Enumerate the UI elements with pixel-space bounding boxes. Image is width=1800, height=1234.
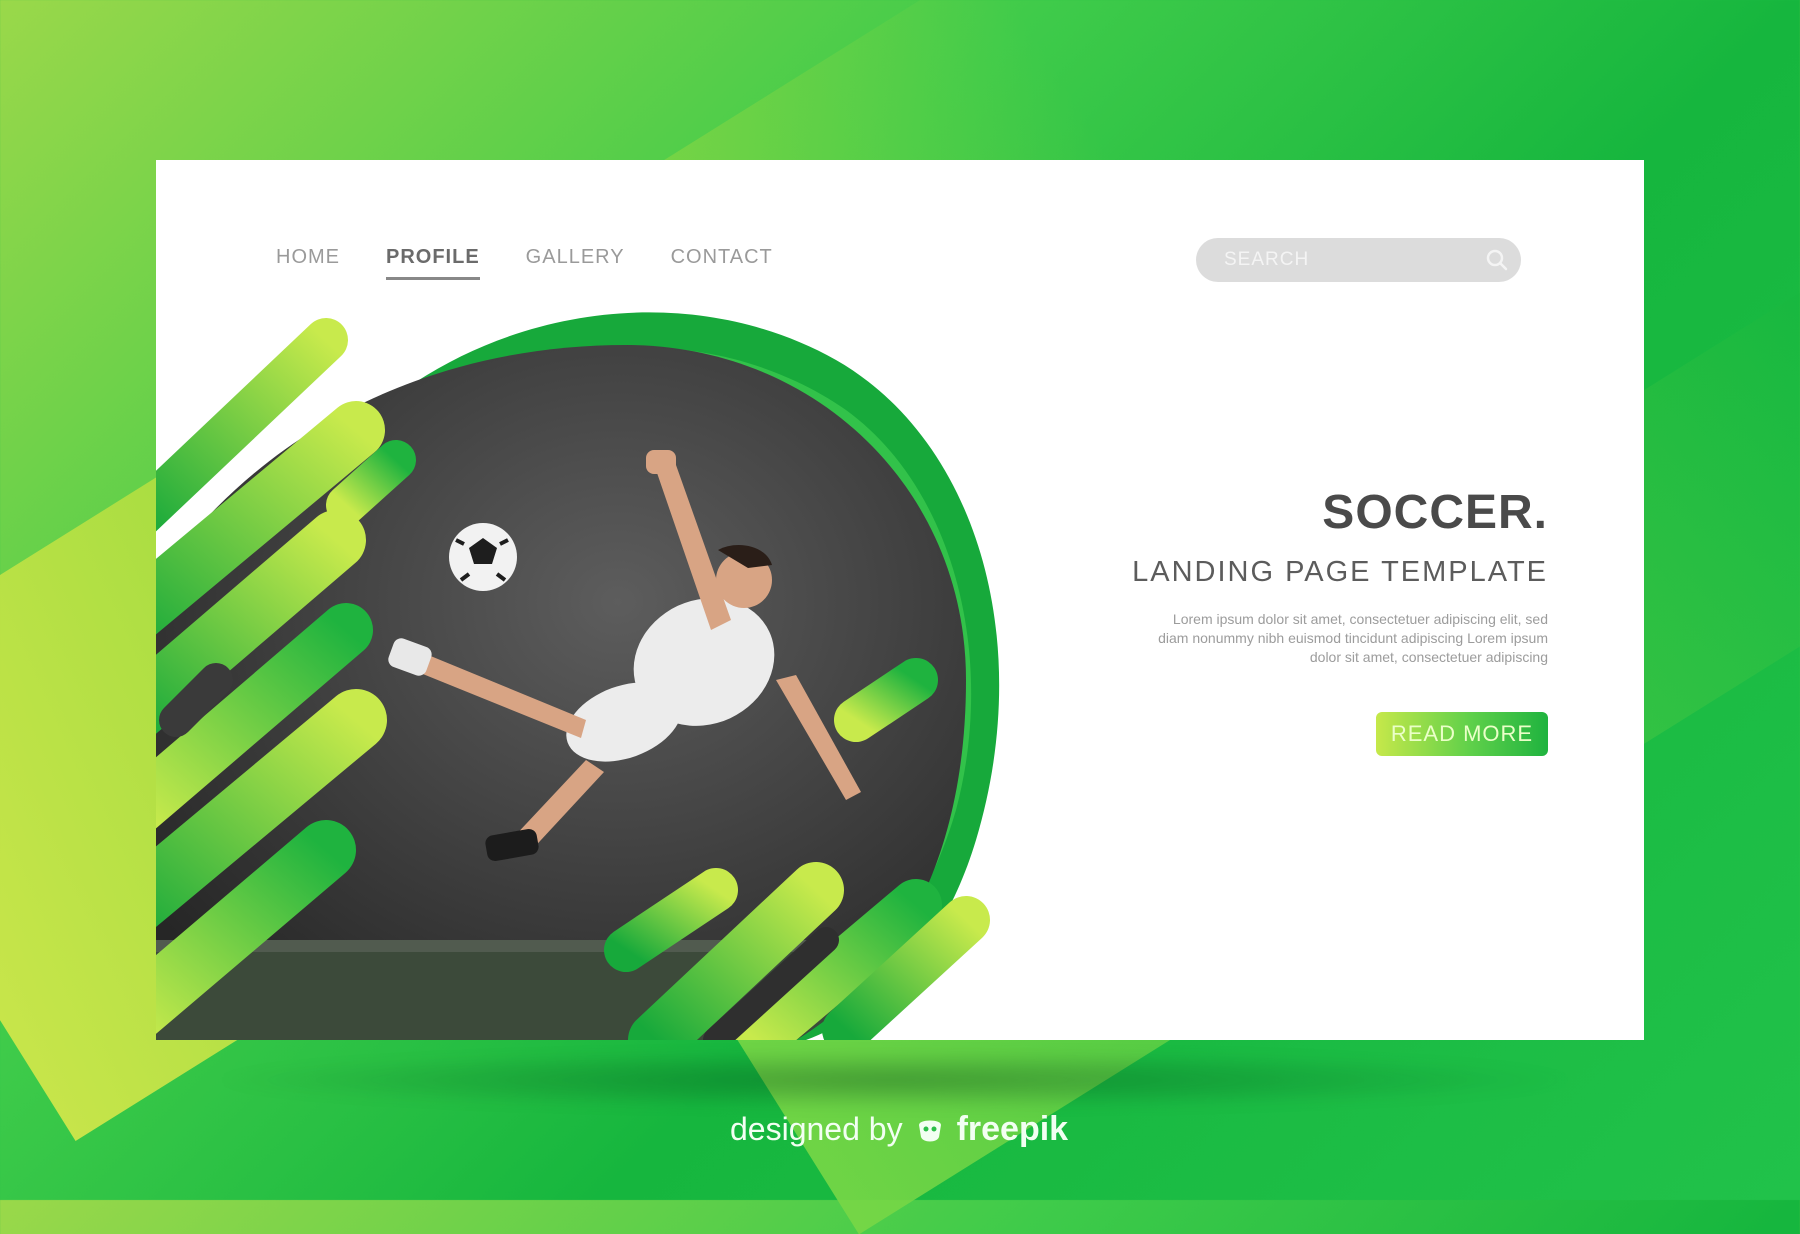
- nav-profile[interactable]: PROFILE: [386, 246, 480, 280]
- nav-home[interactable]: HOME: [276, 246, 340, 280]
- search-input[interactable]: [1222, 248, 1476, 272]
- freepik-credit: designed by freepik: [730, 1110, 1068, 1149]
- search-bar: [1196, 238, 1521, 282]
- hero-title: SOCCER.: [1322, 486, 1548, 539]
- search-icon[interactable]: [1484, 247, 1510, 273]
- read-more-button[interactable]: READ MORE: [1376, 712, 1548, 756]
- nav-gallery[interactable]: GALLERY: [526, 246, 625, 280]
- landing-page-card: HOME PROFILE GALLERY CONTACT SOCCER. LAN…: [156, 160, 1644, 1040]
- hero-artwork: [156, 312, 1000, 1040]
- card-shadow: [205, 1050, 1585, 1110]
- hero-subtitle: LANDING PAGE TEMPLATE: [1132, 556, 1548, 588]
- freepik-logo-icon: [918, 1120, 941, 1141]
- designed-by-label: designed by: [730, 1111, 903, 1147]
- freepik-brand-label: freepik: [956, 1110, 1069, 1148]
- nav-contact[interactable]: CONTACT: [671, 246, 773, 280]
- main-nav: HOME PROFILE GALLERY CONTACT: [276, 246, 773, 280]
- hero-body-text: Lorem ipsum dolor sit amet, consectetuer…: [1158, 611, 1548, 665]
